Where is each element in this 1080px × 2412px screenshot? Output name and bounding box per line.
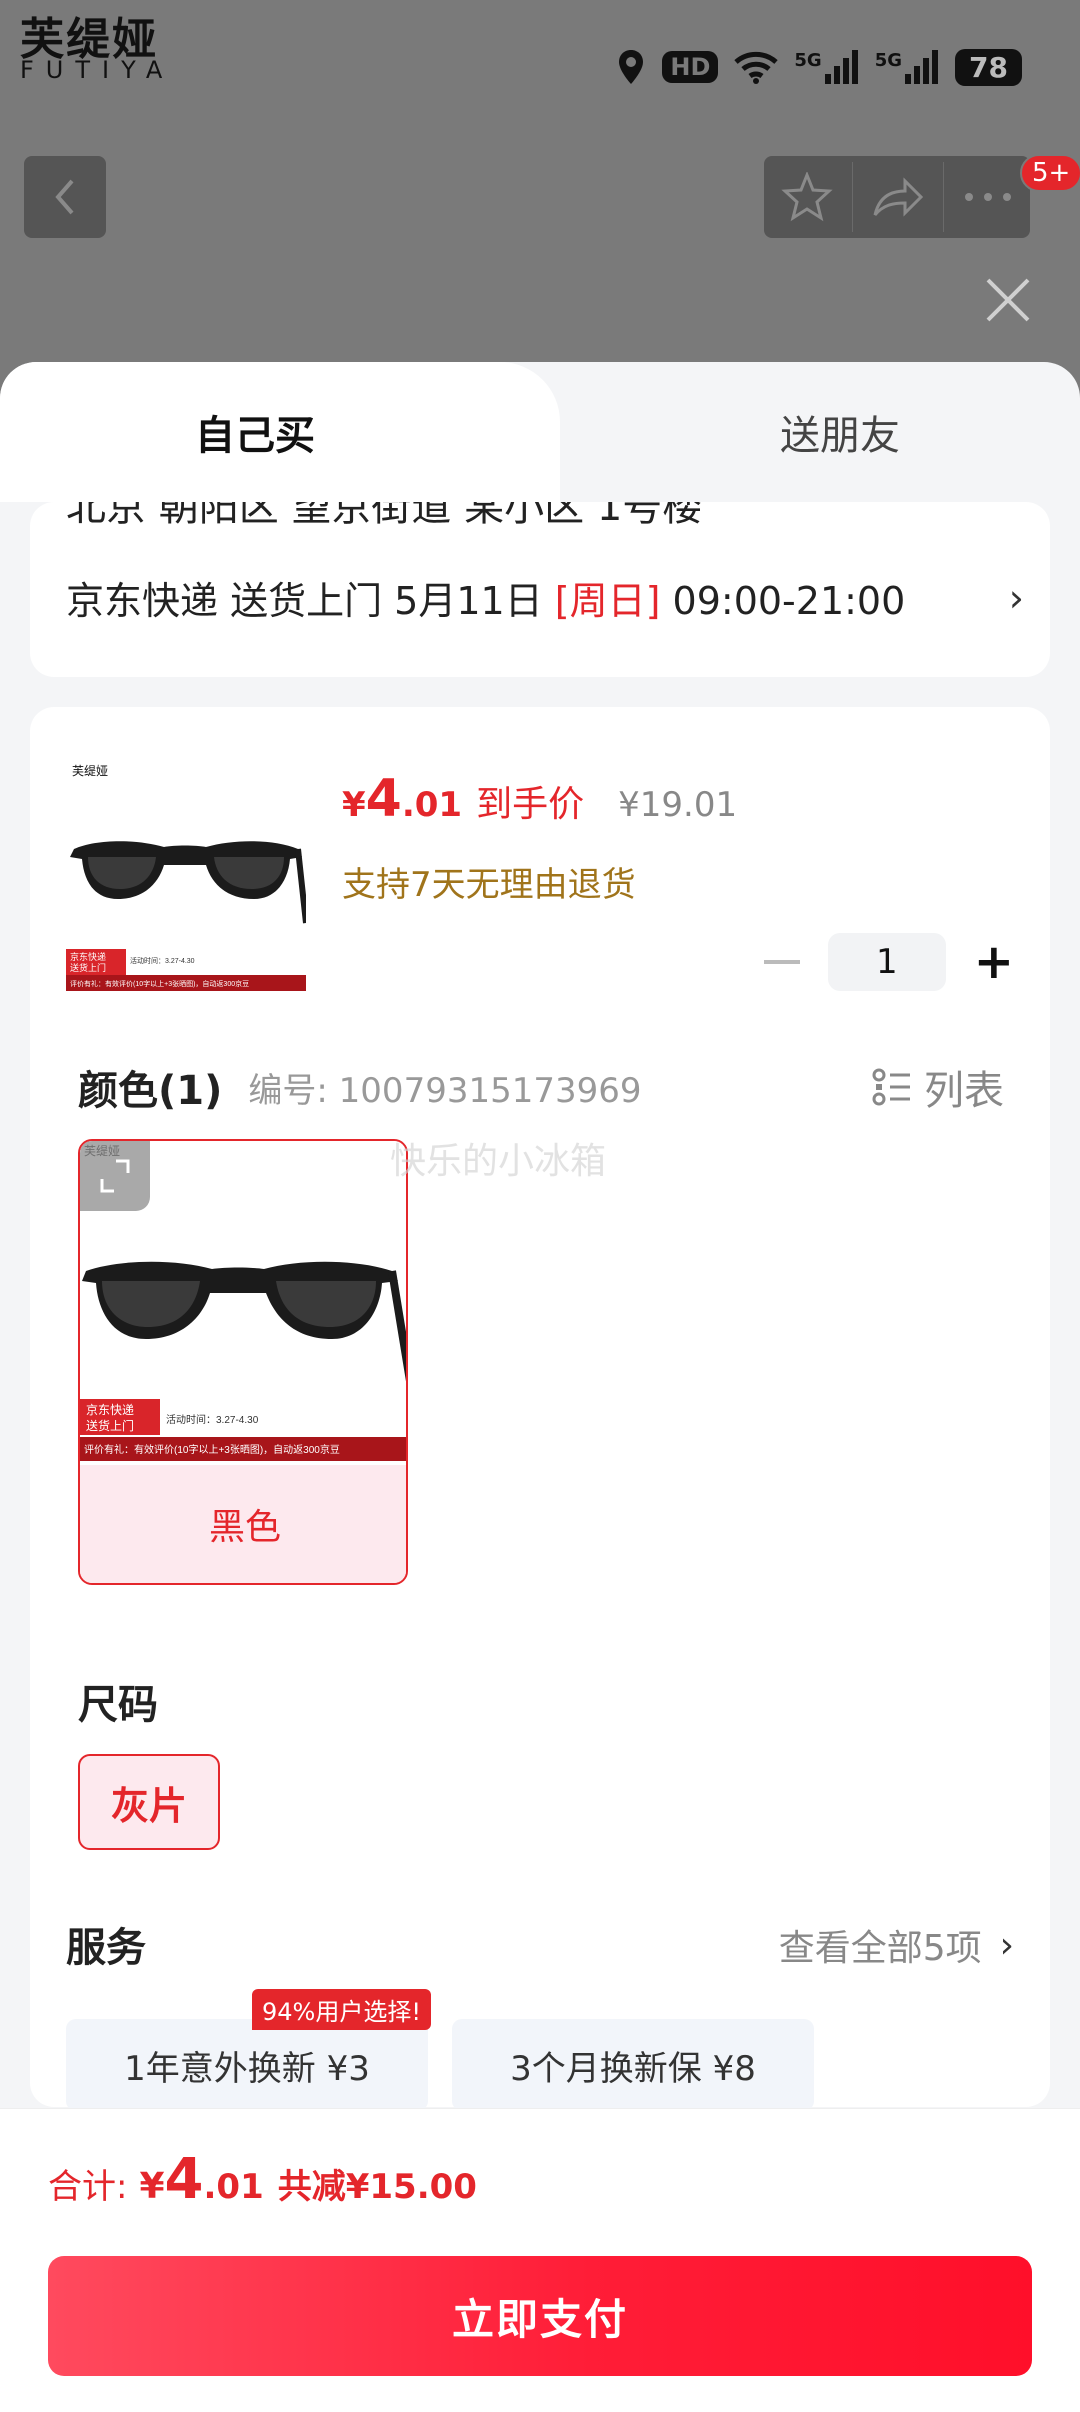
- service-title: 服务: [66, 1925, 146, 1971]
- thumb-brand: 芙缇娅: [72, 764, 108, 778]
- more-icon[interactable]: [963, 191, 1013, 203]
- signal-bars-icon: [824, 50, 858, 84]
- quantity-stepper: 1 +: [763, 933, 1014, 991]
- color-option-label: 黑色: [80, 1465, 406, 1583]
- thumb-badge-2: 送货上门: [70, 962, 106, 973]
- close-icon[interactable]: [980, 272, 1036, 328]
- thumb-activity: 活动时间：3.27-4.30: [130, 956, 195, 965]
- option-banner: 评价有礼：有效评价(10字以上+3张晒图)，自动返300京豆: [84, 1443, 340, 1456]
- location-icon: [619, 50, 644, 84]
- product-card: 芙缇娅 京东快递 送货上门 活动时间：3.27-4.30 评价有礼：有效评价(1…: [30, 707, 1050, 2111]
- status-icons: HD 5G 5G 78: [616, 48, 1022, 86]
- chevron-right-icon: ›: [999, 1924, 1014, 1966]
- return-policy: 支持7天无理由退货: [342, 865, 636, 905]
- price-integer: 4: [365, 769, 402, 829]
- list-view-button[interactable]: 列表: [872, 1058, 1004, 1116]
- service-option-accident-replace[interactable]: 1年意外换新 ¥3: [66, 2019, 428, 2111]
- tab-buy-self[interactable]: 自己买: [0, 362, 560, 502]
- price-decimal: .01: [401, 785, 463, 825]
- sku-number: 编号: 10079315173969: [248, 1070, 642, 1111]
- net-type-1: 5G: [794, 50, 822, 71]
- back-button[interactable]: [24, 156, 106, 238]
- color-title: 颜色(1): [78, 1068, 223, 1114]
- product-thumbnail[interactable]: 芙缇娅 京东快递 送货上门 活动时间：3.27-4.30 评价有礼：有效评价(1…: [66, 753, 306, 993]
- purchase-sheet: 送朋友 自己买 北京 朝阳区 望京街道 某小区 1号楼 京东快递 送货上门 5月…: [0, 362, 1080, 2412]
- address-line: 北京 朝阳区 望京街道 某小区 1号楼: [66, 502, 703, 530]
- list-icon: [872, 1068, 910, 1106]
- wifi-icon: [734, 51, 779, 84]
- original-price: ¥19.01: [618, 785, 738, 825]
- size-title: 尺码: [78, 1682, 158, 1728]
- quantity-input[interactable]: 1: [827, 933, 946, 991]
- status-bar: 芙缇娅 FUTIYA HD 5G 5G 78: [0, 0, 1080, 140]
- price-line: ¥4.01 到手价 ¥19.01: [342, 769, 737, 829]
- decrease-button[interactable]: [763, 960, 800, 964]
- delivery-time: 09:00-21:00: [672, 579, 906, 623]
- total-symbol: ¥: [139, 2166, 165, 2207]
- total-saving: 共减¥15.00: [277, 2167, 477, 2207]
- delivery-day: [周日]: [554, 579, 661, 623]
- price-symbol: ¥: [342, 785, 366, 825]
- size-option-gray-lens[interactable]: 灰片: [78, 1754, 220, 1850]
- color-header: 颜色(1) 编号: 10079315173969 列表: [78, 1057, 1004, 1117]
- nav-actions: [764, 156, 1030, 238]
- signal-1: 5G: [794, 50, 858, 84]
- brand-logo-en: FUTIYA: [20, 56, 175, 84]
- option-badge-2: 送货上门: [86, 1418, 134, 1433]
- expand-icon[interactable]: [80, 1141, 150, 1211]
- popular-tag: 94%用户选择!: [252, 1989, 431, 2030]
- service-option-replace-guarantee[interactable]: 3个月换新保 ¥8: [452, 2019, 814, 2111]
- color-option-black[interactable]: 芙缇娅 京东快递 送货上门 活动时间：3.27-4.30 评价有礼：有效评价(1…: [78, 1139, 408, 1585]
- net-type-2: 5G: [874, 50, 903, 71]
- chevron-left-icon: [55, 179, 74, 215]
- tab-gift-friend[interactable]: 送朋友: [560, 362, 1080, 502]
- delivery-carrier: 京东快递 送货上门 5月11日: [66, 579, 543, 623]
- share-icon[interactable]: [871, 175, 925, 219]
- battery-icon: 78: [955, 48, 1022, 86]
- view-all-services[interactable]: 查看全部5项 ›: [779, 1919, 1014, 1971]
- delivery-info: 京东快递 送货上门 5月11日 [周日] 09:00-21:00: [66, 570, 905, 625]
- message-badge: 5+: [1020, 154, 1080, 192]
- hd-icon: HD: [662, 51, 719, 83]
- order-total: 合计: ¥4.01 共减¥15.00: [48, 2147, 477, 2212]
- favorite-star-icon[interactable]: [781, 172, 833, 222]
- view-all-label: 查看全部5项: [778, 1928, 982, 1969]
- increase-button[interactable]: +: [974, 938, 1014, 986]
- purchase-tabs: 送朋友 自己买: [0, 362, 1080, 502]
- shipping-card[interactable]: 北京 朝阳区 望京街道 某小区 1号楼 京东快递 送货上门 5月11日 [周日]…: [30, 502, 1050, 677]
- list-view-label: 列表: [924, 1068, 1004, 1114]
- watermark: 快乐的小冰箱: [390, 1141, 607, 1182]
- divider: [851, 162, 853, 232]
- final-price-label: 到手价: [476, 784, 585, 825]
- final-price: ¥4.01: [342, 769, 462, 829]
- divider: [943, 162, 945, 232]
- signal-bars-icon: [905, 50, 939, 84]
- pay-now-button[interactable]: 立即支付: [48, 2256, 1032, 2376]
- total-integer: 4: [164, 2147, 204, 2212]
- total-decimal: .01: [203, 2167, 264, 2207]
- total-label: 合计:: [48, 2167, 128, 2207]
- thumb-banner: 评价有礼：有效评价(10字以上+3张晒图)，自动返300京豆: [70, 979, 249, 988]
- brand-logo: 芙缇娅 FUTIYA: [20, 18, 175, 84]
- checkout-bar: 合计: ¥4.01 共减¥15.00 立即支付: [0, 2108, 1080, 2412]
- thumb-badge-1: 京东快递: [70, 951, 106, 962]
- signal-2: 5G: [875, 50, 939, 84]
- option-activity: 活动时间：3.27-4.30: [166, 1413, 259, 1426]
- chevron-right-icon: ›: [1008, 576, 1024, 620]
- option-badge-1: 京东快递: [86, 1403, 134, 1417]
